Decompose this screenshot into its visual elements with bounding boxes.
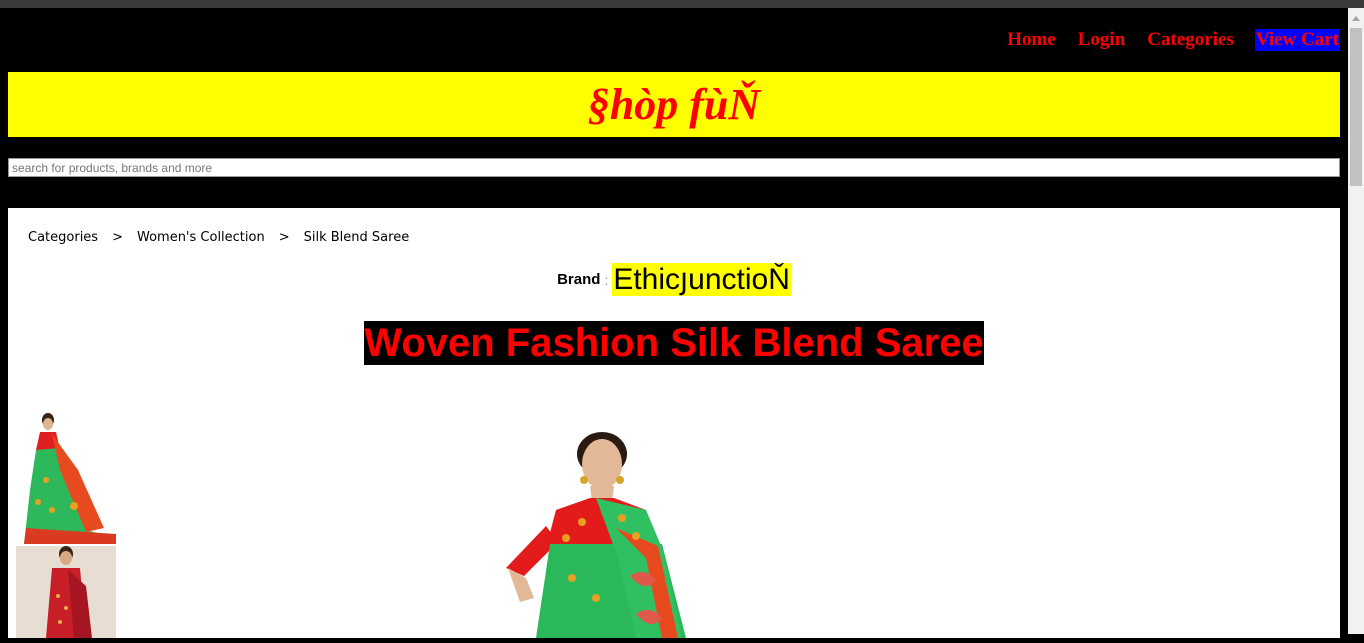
nav-login-link[interactable]: Login <box>1077 29 1127 51</box>
breadcrumb-separator: > <box>112 230 123 245</box>
breadcrumb: Categories > Women's Collection > Silk B… <box>28 230 409 245</box>
browser-top-strip <box>0 0 1364 8</box>
scroll-up-arrow-icon[interactable] <box>1352 16 1360 21</box>
product-title-wrap: Woven Fashion Silk Blend Saree <box>8 321 1340 365</box>
breadcrumb-separator: > <box>278 230 290 245</box>
page-scrollbar[interactable] <box>1348 8 1364 634</box>
brand-colon: : <box>604 271 609 288</box>
nav-home-link[interactable]: Home <box>1006 29 1057 51</box>
product-title: Woven Fashion Silk Blend Saree <box>364 321 984 365</box>
brand-label: Brand <box>557 271 601 288</box>
nav-categories-link[interactable]: Categories <box>1146 29 1235 51</box>
breadcrumb-item-womens-collection[interactable]: Women's Collection <box>137 230 265 245</box>
breadcrumb-item-current: Silk Blend Saree <box>303 230 410 245</box>
site-logo-title[interactable]: §hòp fùŇ <box>588 82 760 127</box>
product-thumbnail-1[interactable] <box>16 410 116 544</box>
scrollbar-thumb[interactable] <box>1350 28 1362 186</box>
site-banner: §hòp fùŇ <box>8 72 1340 137</box>
top-nav: Home Login Categories View Cart <box>1006 28 1340 52</box>
nav-view-cart-link[interactable]: View Cart <box>1254 29 1340 51</box>
brand-line: Brand: EthicյunctioŇ <box>8 262 1340 297</box>
product-panel: Categories > Women's Collection > Silk B… <box>8 208 1340 638</box>
breadcrumb-item-categories[interactable]: Categories <box>28 230 98 245</box>
product-thumbnail-2[interactable] <box>16 546 116 638</box>
brand-name[interactable]: EthicյunctioŇ <box>612 263 791 296</box>
search-input[interactable] <box>8 158 1340 177</box>
product-main-image[interactable] <box>486 418 746 638</box>
